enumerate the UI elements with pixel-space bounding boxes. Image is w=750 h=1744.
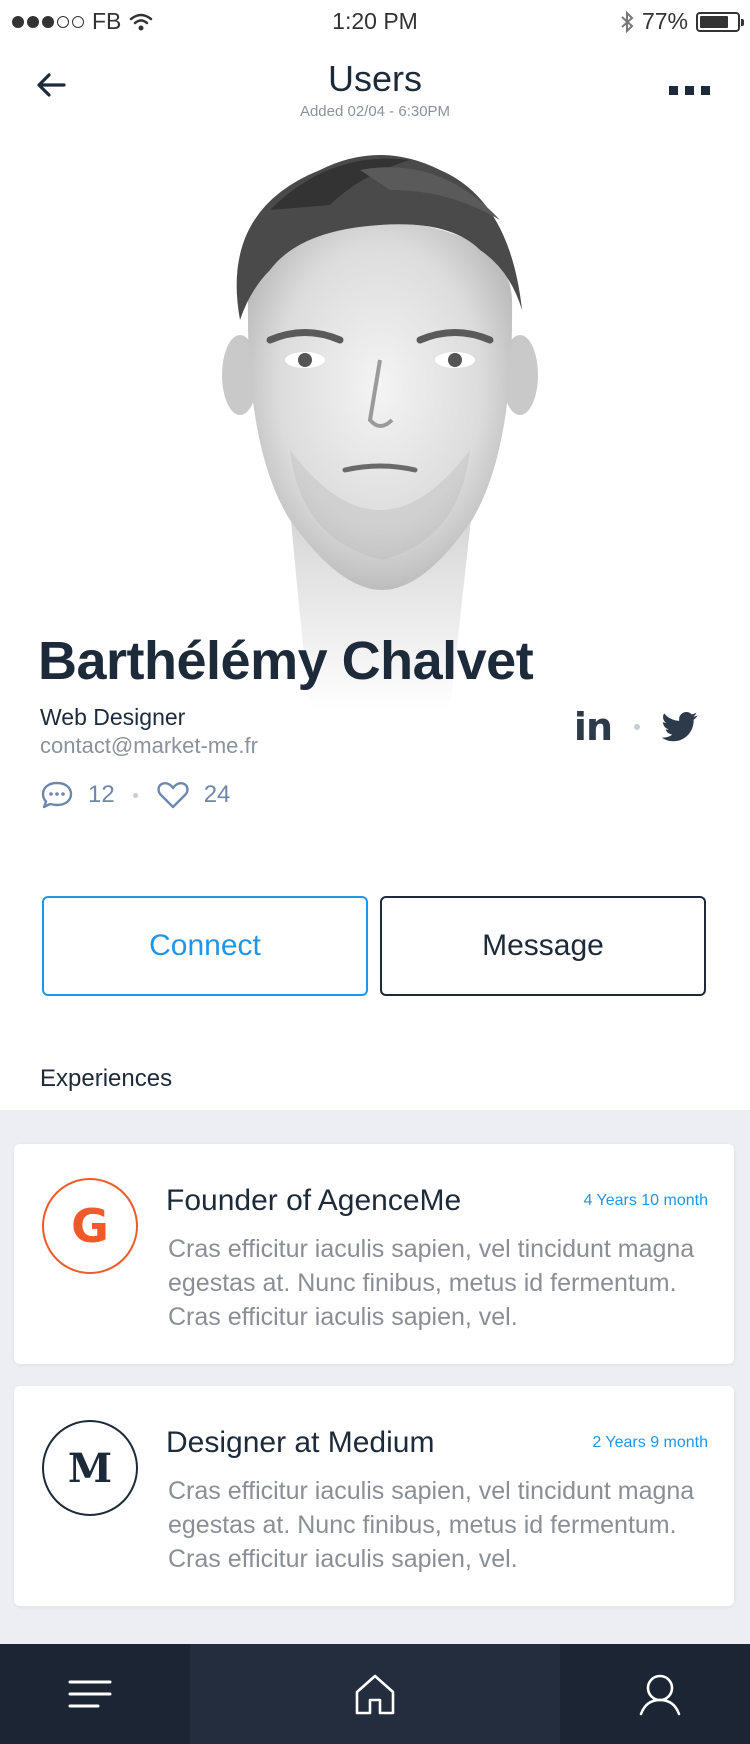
profile-stats: 12 24 — [40, 780, 230, 810]
experience-card[interactable]: G Founder of AgenceMe 4 Years 10 month C… — [14, 1144, 734, 1364]
experience-duration: 4 Years 10 month — [583, 1192, 708, 1209]
medium-logo-icon: M — [42, 1420, 138, 1516]
page-subtitle: Added 02/04 - 6:30PM — [299, 103, 451, 120]
status-bar: FB 1:20 PM 77% — [0, 0, 750, 42]
nav-home-button[interactable] — [325, 1644, 425, 1744]
battery-fill — [700, 15, 728, 28]
stats-separator — [132, 792, 138, 798]
experience-title: Founder of AgenceMe — [166, 1184, 462, 1217]
experiences-title: Experiences — [40, 1065, 173, 1092]
comments-count: 12 — [88, 781, 115, 808]
experience-card[interactable]: M Designer at Medium 2 Years 9 month Cra… — [14, 1386, 734, 1606]
social-separator — [634, 724, 640, 730]
user-icon — [639, 1674, 681, 1716]
profile-name: Barthélémy Chalvet — [38, 631, 534, 691]
connect-button[interactable]: Connect — [42, 896, 368, 996]
battery-percent: 77% — [641, 8, 688, 34]
menu-icon — [68, 1680, 112, 1708]
home-icon — [355, 1674, 395, 1715]
bottom-nav — [0, 1644, 750, 1744]
experiences-list: G Founder of AgenceMe 4 Years 10 month C… — [0, 1110, 750, 1644]
heart-icon[interactable] — [156, 780, 190, 810]
header: Users Added 02/04 - 6:30PM — [0, 58, 750, 128]
profile-role: Web Designer — [40, 704, 186, 730]
message-button[interactable]: Message — [380, 896, 706, 996]
page-title: Users — [327, 58, 422, 99]
more-options-button[interactable] — [669, 86, 710, 95]
social-links: in — [574, 705, 698, 749]
experience-description: Cras efficitur iaculis sapien, vel tinci… — [168, 1235, 695, 1331]
logo-letter: M — [67, 1444, 113, 1492]
google-logo-icon: G — [42, 1178, 138, 1274]
profile-email[interactable]: contact@market-me.fr — [40, 733, 258, 759]
likes-count: 24 — [203, 781, 231, 808]
nav-profile-button[interactable] — [610, 1644, 710, 1744]
more-horizontal-icon — [669, 86, 678, 95]
twitter-icon[interactable] — [662, 712, 698, 742]
linkedin-icon[interactable]: in — [574, 705, 613, 749]
logo-letter: G — [71, 1199, 109, 1253]
experience-description: Cras efficitur iaculis sapien, vel tinci… — [168, 1477, 695, 1573]
nav-menu-button[interactable] — [40, 1644, 140, 1744]
battery-icon — [696, 11, 744, 32]
experience-duration: 2 Years 9 month — [592, 1434, 708, 1451]
bluetooth-icon — [621, 10, 634, 33]
status-right: 77% — [620, 8, 744, 35]
experience-title: Designer at Medium — [166, 1426, 435, 1459]
comment-icon[interactable] — [40, 780, 74, 810]
